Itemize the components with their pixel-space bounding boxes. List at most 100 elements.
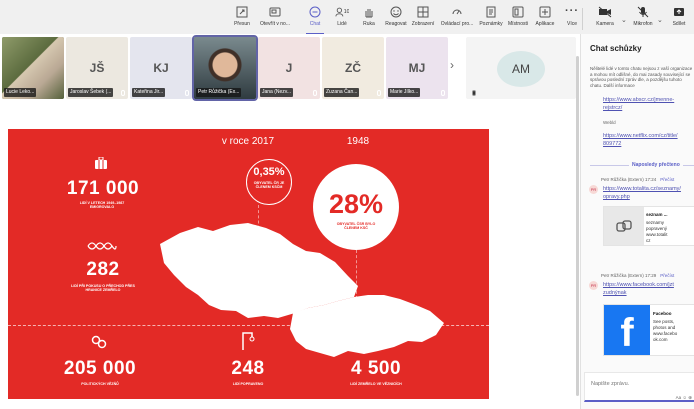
message-meta: Petr Růžička (Extern) 17:24 Přečíst bbox=[601, 177, 674, 182]
rooms-button[interactable]: Místnosti bbox=[503, 5, 533, 33]
shared-content-stage: v roce 2017 1948 0,35% OBYVATEL ČR JE ČL… bbox=[0, 56, 580, 409]
link-preview-card[interactable]: seznam ... seznamy popravený www.totalit… bbox=[603, 206, 694, 246]
link-preview-card[interactable]: f Faceboo See posts, photos and www.face… bbox=[603, 304, 694, 356]
pointer-line bbox=[258, 205, 259, 265]
mic-muted-icon bbox=[121, 90, 125, 96]
share-button[interactable]: Sdílet bbox=[664, 5, 694, 33]
participant-tile[interactable]: Lucie Leko... bbox=[2, 37, 64, 99]
people-button[interactable]: 10 Lidé bbox=[327, 5, 357, 33]
chat-icon bbox=[308, 5, 322, 18]
chat-link[interactable]: https://www.abscr.cz/jmenne- bbox=[603, 96, 674, 104]
preview-text: www.facebo bbox=[653, 331, 678, 336]
stage-scrollbar[interactable] bbox=[576, 56, 579, 396]
open-window-label: Otevřít v no... bbox=[260, 21, 291, 27]
preview-text: popravený bbox=[646, 226, 668, 231]
stat-executed-value: 248 bbox=[231, 358, 265, 379]
participant-tile[interactable]: MJ Marie Jílko... bbox=[386, 37, 448, 99]
open-window-icon bbox=[268, 5, 282, 18]
participant-tile[interactable]: KJ Kateřina Jir... bbox=[130, 37, 192, 99]
chat-link[interactable]: rejstrcz/ bbox=[603, 104, 622, 112]
mic-options-chevron-icon[interactable]: ⌄ bbox=[657, 16, 663, 24]
chat-link[interactable]: https://www.facebook.com/jzt bbox=[603, 281, 674, 289]
control-button[interactable]: Ovládací pro... bbox=[441, 5, 473, 33]
mic-muted-icon bbox=[441, 90, 445, 96]
view-button[interactable]: Zobrazení bbox=[408, 5, 438, 33]
people-icon: 10 bbox=[335, 5, 349, 18]
compose-format-tools[interactable]: Aa ☺ ⊕ bbox=[676, 395, 692, 401]
message-author: Petr Růžička (Extern) bbox=[601, 273, 644, 278]
open-window-button[interactable]: Otevřít v no... bbox=[260, 5, 290, 33]
mic-muted-icon bbox=[185, 90, 189, 96]
pointer-line bbox=[356, 250, 357, 304]
shared-slide: v roce 2017 1948 0,35% OBYVATEL ČR JE ČL… bbox=[8, 129, 489, 399]
apps-icon bbox=[538, 5, 552, 18]
pct-1948-text: OBYVATEL ČSR BYLO ČLENEM KSČ bbox=[336, 222, 376, 231]
raise-hand-button[interactable]: Ruka bbox=[354, 5, 384, 33]
notes-icon bbox=[484, 5, 498, 18]
camera-options-chevron-icon[interactable]: ⌄ bbox=[621, 16, 627, 24]
move-button[interactable]: Přesun bbox=[227, 5, 257, 33]
mic-muted-icon bbox=[377, 90, 381, 96]
react-icon bbox=[389, 5, 403, 18]
mic-icon bbox=[636, 5, 650, 18]
participant-tile[interactable]: J Jana (Nezv... bbox=[258, 37, 320, 99]
control-icon bbox=[450, 5, 464, 18]
year-2017-label: v roce 2017 bbox=[221, 136, 275, 147]
pct-2017-text: OBYVATEL ČR JE ČLENEM KSČM bbox=[253, 181, 285, 190]
chat-link[interactable]: opravy.php bbox=[603, 193, 630, 201]
camera-label: Kamera bbox=[596, 21, 614, 27]
camera-button[interactable]: Kamera bbox=[590, 5, 620, 33]
stat-border-deaths-text: LIDÍ PŘI POKUSU O PŘECHOD PŘES HRANICE Z… bbox=[71, 284, 135, 293]
chat-label: Chat bbox=[309, 21, 321, 27]
participant-name: Jana (Nezv... bbox=[260, 88, 294, 97]
chat-link[interactable]: 809772 bbox=[603, 140, 621, 148]
stat-border-deaths-value: 282 bbox=[86, 259, 120, 280]
participant-tile[interactable]: ZČ Zuzana Čan... bbox=[322, 37, 384, 99]
preview-text: www.totalit bbox=[646, 232, 668, 237]
preview-text: cz bbox=[646, 238, 651, 243]
compose-box[interactable]: Aa ☺ ⊕ bbox=[584, 372, 694, 402]
preview-text: See posts, bbox=[653, 319, 675, 324]
participant-strip: Lucie Leko... JŠ Jaroslav Šebek (... KJ … bbox=[0, 34, 580, 104]
stat-prison-deaths-value: 4 500 bbox=[350, 358, 402, 379]
mic-button[interactable]: Mikrofon bbox=[628, 5, 658, 33]
participant-tile-active[interactable]: Petr Růžička (Ex... bbox=[192, 35, 258, 101]
participant-name: Zuzana Čan... bbox=[324, 88, 360, 97]
react-button[interactable]: Reagovat bbox=[381, 5, 411, 33]
read-link[interactable]: Přečíst bbox=[660, 273, 674, 278]
chat-button[interactable]: Chat bbox=[300, 5, 330, 33]
preview-text: photos and bbox=[653, 325, 676, 330]
chat-link[interactable]: https://www.totalita.cz/seznamy/ bbox=[603, 185, 681, 193]
apps-button[interactable]: Aplikace bbox=[530, 5, 560, 33]
read-link[interactable]: Přečíst bbox=[660, 177, 674, 182]
next-participants-chevron-icon[interactable]: › bbox=[450, 58, 454, 72]
notes-button[interactable]: Poznámky bbox=[476, 5, 506, 33]
chat-link[interactable]: zudnýnak bbox=[603, 289, 627, 297]
section-divider bbox=[8, 325, 489, 326]
rooms-icon bbox=[511, 5, 525, 18]
message-input[interactable] bbox=[591, 381, 691, 387]
chat-link[interactable]: https://www.netflix.com/cz/title/ bbox=[603, 132, 678, 140]
more-icon: ··· bbox=[565, 5, 579, 17]
move-label: Přesun bbox=[234, 21, 250, 27]
more-label: Více bbox=[566, 21, 577, 27]
barbed-wire-icon bbox=[87, 239, 117, 253]
people-label: Lidé bbox=[337, 21, 347, 27]
participant-tile[interactable]: AM bbox=[466, 37, 576, 99]
message-meta: Petr Růžička (Extern) 17:29 Přečíst bbox=[601, 273, 674, 278]
meeting-toolbar: Přesun Otevřít v no... Chat 10 Lidé Ruka… bbox=[0, 0, 694, 35]
stat-emigrated-value: 171 000 bbox=[66, 178, 140, 199]
svg-text:10: 10 bbox=[344, 8, 349, 14]
view-label: Zobrazení bbox=[411, 21, 435, 27]
participant-name: Petr Růžička (Ex... bbox=[196, 88, 242, 97]
participant-initials: J bbox=[285, 61, 293, 75]
preview-title: Faceboo bbox=[653, 311, 672, 316]
chat-title: Chat schůzky bbox=[590, 44, 642, 53]
mic-label: Mikrofon bbox=[633, 21, 653, 27]
chat-external-notice: Nělitelé lidé v tomto chatu nejsou z vaš… bbox=[590, 66, 693, 88]
handcuffs-icon bbox=[91, 334, 107, 350]
participant-tile[interactable]: JŠ Jaroslav Šebek (... bbox=[66, 37, 128, 99]
toolbar-separator bbox=[582, 8, 583, 30]
last-read-label: Naposledy přečteno bbox=[629, 162, 683, 168]
mic-muted-icon bbox=[472, 90, 476, 96]
